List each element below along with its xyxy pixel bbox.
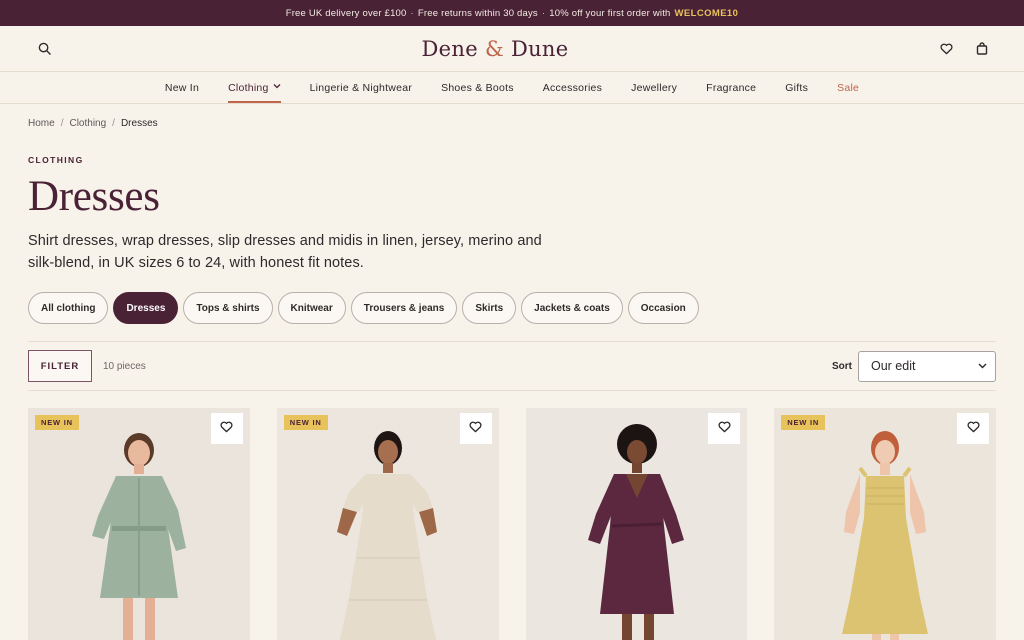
promo-separator: ·: [541, 7, 546, 19]
heart-icon: [469, 420, 482, 438]
chip-occasion[interactable]: Occasion: [627, 292, 699, 324]
chip-all-clothing[interactable]: All clothing: [28, 292, 109, 324]
promo-bar: Free UK delivery over £100 · Free return…: [0, 0, 1024, 26]
nav-item-label: Gifts: [785, 81, 809, 94]
new-in-badge: NEW IN: [283, 415, 328, 430]
wishlist-button[interactable]: [459, 413, 492, 444]
promo-delivery: Free UK delivery over £100: [285, 7, 407, 19]
nav-item-lingerie[interactable]: Lingerie & Nightwear: [295, 72, 426, 103]
product-card[interactable]: [525, 408, 748, 640]
nav-item-sale[interactable]: Sale: [823, 72, 874, 103]
nav-item-label: New In: [164, 81, 200, 94]
sort-select[interactable]: Our edit: [858, 350, 996, 382]
chip-tops-shirts[interactable]: Tops & shirts: [183, 292, 273, 324]
nav-item-gifts[interactable]: Gifts: [771, 72, 823, 103]
sort-value: Our edit: [871, 359, 916, 373]
chip-trousers-jeans[interactable]: Trousers & jeans: [350, 292, 458, 324]
listing-toolbar: FILTER 10 pieces Sort Our edit: [28, 341, 996, 391]
brand-name-second: Dune: [510, 36, 569, 61]
search-icon[interactable]: [36, 41, 52, 57]
product-card[interactable]: NEW IN: [28, 408, 250, 640]
nav-item-label: Jewellery: [631, 81, 678, 94]
nav-item-accessories[interactable]: Accessories: [528, 72, 616, 103]
new-in-badge: NEW IN: [35, 415, 79, 430]
promo-discount: 10% off your first order with: [549, 7, 671, 19]
brand-logo[interactable]: Dene & Dune: [422, 37, 569, 61]
nav-item-shoes[interactable]: Shoes & Boots: [427, 72, 529, 103]
heart-icon: [220, 420, 233, 438]
heart-icon: [966, 420, 980, 438]
brand-name-first: Dene: [421, 36, 478, 61]
result-count: 10 pieces: [103, 360, 146, 372]
chip-skirts[interactable]: Skirts: [462, 292, 517, 324]
nav-item-label: Shoes & Boots: [441, 81, 514, 94]
promo-returns: Free returns within 30 days: [417, 7, 538, 19]
promo-code: WELCOME10: [674, 7, 739, 19]
heart-icon: [718, 420, 731, 438]
product-card[interactable]: NEW IN: [276, 408, 499, 640]
brand-ampersand: &: [484, 36, 504, 61]
category-eyebrow: CLOTHING: [28, 155, 84, 165]
chevron-down-icon: [273, 82, 281, 91]
page-description: Shirt dresses, wrap dresses, slip dresse…: [28, 233, 542, 271]
chip-jackets-coats[interactable]: Jackets & coats: [521, 292, 623, 324]
heart-icon[interactable]: [938, 41, 954, 57]
product-grid: NEW IN NEW IN NEW IN: [28, 408, 996, 640]
nav-item-label: Accessories: [542, 81, 603, 94]
breadcrumb-separator: /: [112, 118, 115, 129]
nav-item-clothing[interactable]: Clothing: [214, 72, 296, 103]
wishlist-button[interactable]: [957, 413, 989, 444]
main-content: Home / Clothing / Dresses CLOTHING Dress…: [0, 118, 1024, 640]
new-in-badge: NEW IN: [781, 415, 826, 430]
breadcrumb-separator: /: [60, 118, 64, 129]
nav-item-new-in[interactable]: New In: [150, 72, 213, 103]
chip-knitwear[interactable]: Knitwear: [277, 292, 346, 324]
site-header: Dene & Dune: [0, 26, 1024, 72]
nav-item-label: Sale: [837, 81, 860, 94]
chevron-down-icon: [978, 361, 987, 371]
nav-item-fragrance[interactable]: Fragrance: [692, 72, 771, 103]
sort-label: Sort: [832, 360, 852, 372]
promo-separator: ·: [410, 7, 414, 19]
nav-item-label: Lingerie & Nightwear: [309, 81, 413, 94]
breadcrumb: Home / Clothing / Dresses: [28, 118, 996, 129]
breadcrumb-current: Dresses: [120, 118, 158, 129]
product-card[interactable]: NEW IN: [774, 408, 996, 640]
nav-item-label: Fragrance: [706, 81, 757, 94]
breadcrumb-home[interactable]: Home: [28, 118, 55, 129]
page-title: Dresses: [28, 173, 160, 220]
nav-item-label: Clothing: [228, 81, 269, 94]
header-actions: [938, 41, 990, 57]
breadcrumb-clothing[interactable]: Clothing: [69, 118, 106, 129]
wishlist-button[interactable]: [210, 413, 243, 444]
bag-icon[interactable]: [974, 41, 990, 57]
main-nav: New In Clothing Lingerie & Nightwear Sho…: [0, 72, 1024, 104]
filter-button[interactable]: FILTER: [28, 350, 92, 382]
category-chips: All clothing Dresses Tops & shirts Knitw…: [28, 292, 996, 324]
nav-item-jewellery[interactable]: Jewellery: [617, 72, 692, 103]
wishlist-button[interactable]: [708, 413, 741, 444]
chip-dresses[interactable]: Dresses: [113, 292, 179, 324]
